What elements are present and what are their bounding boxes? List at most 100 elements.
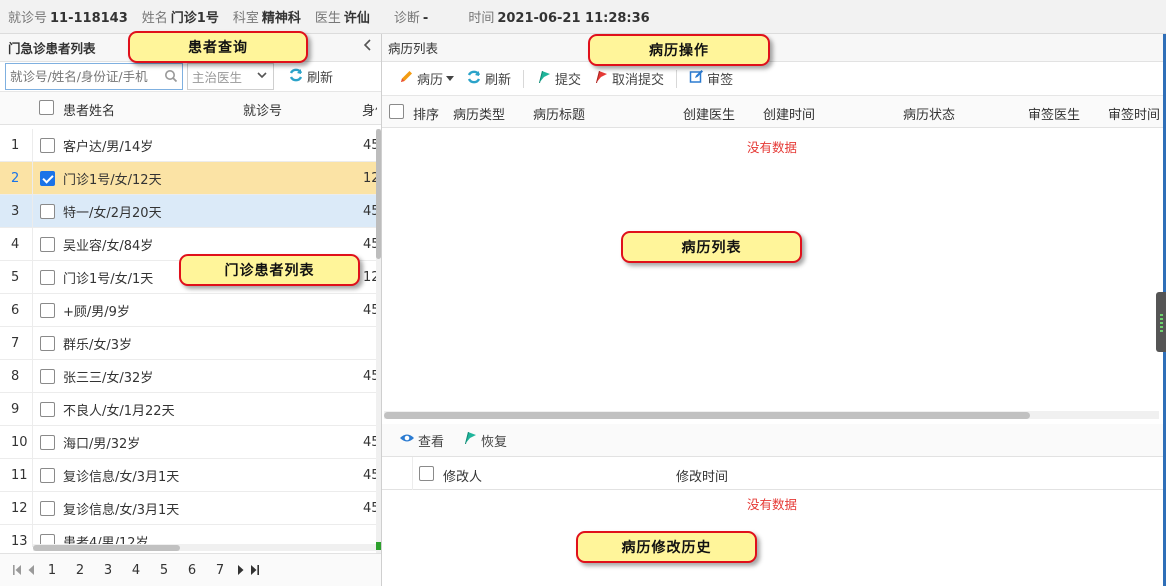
table-row[interactable]: 9 不良人/女/1月22天 <box>0 393 377 426</box>
col-visit-no[interactable]: 就诊号 <box>243 100 282 119</box>
attending-doctor-select[interactable]: 主治医生 <box>187 63 274 90</box>
row-checkbox[interactable] <box>39 335 55 351</box>
patient-name: 不良人/女/1月22天 <box>63 403 175 419</box>
col-record-status[interactable]: 病历状态 <box>903 104 955 123</box>
record-list-title: 病历列表 <box>388 41 439 56</box>
col-created-time[interactable]: 创建时间 <box>763 104 815 123</box>
patient-name: 客户达/男/14岁 <box>63 139 154 155</box>
table-row[interactable]: 8 张三三/女/32岁 45 <box>0 360 377 393</box>
patient-search-box[interactable] <box>5 63 183 90</box>
first-page-icon[interactable] <box>10 564 24 576</box>
history-empty-text: 没有数据 <box>746 497 797 512</box>
submit-label: 提交 <box>555 73 582 88</box>
last-page-icon[interactable] <box>248 564 262 576</box>
row-checkbox[interactable] <box>39 401 55 417</box>
refresh-records-button[interactable]: 刷新 <box>466 69 511 89</box>
patient-code: 45 <box>363 368 377 384</box>
patient-list-vertical-scrollbar[interactable] <box>376 129 381 557</box>
restore-button[interactable]: 恢复 <box>462 430 507 450</box>
col-order[interactable]: 排序 <box>413 104 439 123</box>
col-modifier[interactable]: 修改人 <box>443 466 482 485</box>
review-sign-button[interactable]: 审签 <box>689 69 733 88</box>
side-drawer-handle[interactable] <box>1156 292 1166 352</box>
row-checkbox[interactable] <box>39 203 55 219</box>
history-grid-header: 修改人 修改时间 <box>382 456 1166 490</box>
row-checkbox[interactable] <box>39 302 55 318</box>
row-index: 8 <box>0 360 33 392</box>
patient-list-horizontal-scrollbar[interactable] <box>33 544 376 551</box>
record-menu-button[interactable]: 病历 <box>398 69 455 89</box>
history-select-all-checkbox[interactable] <box>419 466 434 481</box>
prev-page-icon[interactable] <box>24 564 38 576</box>
refresh-patients-button[interactable]: 刷新 <box>288 67 333 87</box>
record-select-all-checkbox[interactable] <box>389 104 404 119</box>
select-all-checkbox[interactable] <box>39 100 54 115</box>
patient-name: 海口/男/32岁 <box>63 436 141 452</box>
refresh-icon <box>466 69 482 89</box>
col-record-type[interactable]: 病历类型 <box>453 104 505 123</box>
record-horizontal-scrollbar[interactable] <box>384 411 1159 419</box>
cancel-submit-label: 取消提交 <box>612 73 665 88</box>
page-6[interactable]: 6 <box>178 563 206 578</box>
record-grid-header: 排序 病历类型 病历标题 创建医生 创建时间 病历状态 审签医生 审签时间 <box>382 96 1166 128</box>
col-id-card[interactable]: 身份 <box>362 100 377 119</box>
col-review-doctor[interactable]: 审签医生 <box>1028 104 1080 123</box>
row-checkbox[interactable] <box>39 434 55 450</box>
col-created-doctor[interactable]: 创建医生 <box>683 104 735 123</box>
toolbar-divider <box>676 69 678 88</box>
record-list-header: 病历列表 <box>382 34 1166 62</box>
caret-down-icon <box>446 71 455 86</box>
page-7[interactable]: 7 <box>206 563 234 578</box>
page-3[interactable]: 3 <box>94 563 122 578</box>
table-row[interactable]: 1 客户达/男/14岁 45 <box>0 129 377 162</box>
view-button[interactable]: 查看 <box>399 431 444 450</box>
horizontal-scroll-thumb[interactable] <box>384 412 1030 419</box>
row-checkbox[interactable] <box>39 500 55 516</box>
col-review-time[interactable]: 审签时间 <box>1108 104 1160 123</box>
horizontal-scroll-thumb[interactable] <box>33 545 180 551</box>
patient-grid-header: 患者姓名 就诊号 身份 <box>0 92 381 125</box>
row-checkbox-checked[interactable] <box>39 170 55 186</box>
refresh-icon <box>288 67 304 87</box>
table-row[interactable]: 11 复诊信息/女/3月1天 45 <box>0 459 377 492</box>
page-1[interactable]: 1 <box>38 563 66 578</box>
page-4[interactable]: 4 <box>122 563 150 578</box>
col-patient-name[interactable]: 患者姓名 <box>63 100 115 119</box>
table-row[interactable]: 7 群乐/女/3岁 <box>0 327 377 360</box>
search-icon[interactable] <box>164 69 178 87</box>
cancel-submit-button[interactable]: 取消提交 <box>593 69 664 89</box>
patient-code: 45 <box>363 500 377 516</box>
page-5[interactable]: 5 <box>150 563 178 578</box>
next-page-icon[interactable] <box>234 564 248 576</box>
row-checkbox[interactable] <box>39 236 55 252</box>
edit-square-icon <box>689 69 704 88</box>
time-label: 时间 <box>468 11 495 26</box>
table-row[interactable]: 10 海口/男/32岁 45 <box>0 426 377 459</box>
table-row[interactable]: 6 +顾/男/9岁 45 <box>0 294 377 327</box>
col-record-title[interactable]: 病历标题 <box>533 104 585 123</box>
row-checkbox[interactable] <box>39 137 55 153</box>
row-checkbox[interactable] <box>39 269 55 285</box>
page-2[interactable]: 2 <box>66 563 94 578</box>
callout-record-history: 病历修改历史 <box>576 531 757 563</box>
patient-name: 特一/女/2月20天 <box>63 205 162 221</box>
patient-search-input[interactable] <box>6 64 156 89</box>
row-index: 12 <box>0 492 33 524</box>
patient-rows: 1 客户达/男/14岁 45 2 门诊1号/女/12天 12 3 特一/女/2月… <box>0 129 377 547</box>
collapse-panel-icon[interactable] <box>363 39 373 55</box>
col-modify-time[interactable]: 修改时间 <box>676 466 728 485</box>
table-row-selected[interactable]: 2 门诊1号/女/12天 12 <box>0 162 377 195</box>
submit-button[interactable]: 提交 <box>536 69 581 89</box>
patient-list-panel: 门急诊患者列表 主治医生 刷新 <box>0 34 382 586</box>
callout-patient-query: 患者查询 <box>128 31 308 63</box>
submit-flag-icon <box>536 69 552 89</box>
row-checkbox[interactable] <box>39 467 55 483</box>
name-value: 门诊1号 <box>170 11 219 26</box>
patient-name: 吴业容/女/84岁 <box>63 238 154 254</box>
table-row[interactable]: 12 复诊信息/女/3月1天 45 <box>0 492 377 525</box>
vertical-scroll-thumb[interactable] <box>376 129 381 259</box>
table-row-hovered[interactable]: 3 特一/女/2月20天 45 <box>0 195 377 228</box>
row-index: 11 <box>0 459 33 491</box>
patient-name: +顾/男/9岁 <box>63 304 130 320</box>
row-checkbox[interactable] <box>39 368 55 384</box>
